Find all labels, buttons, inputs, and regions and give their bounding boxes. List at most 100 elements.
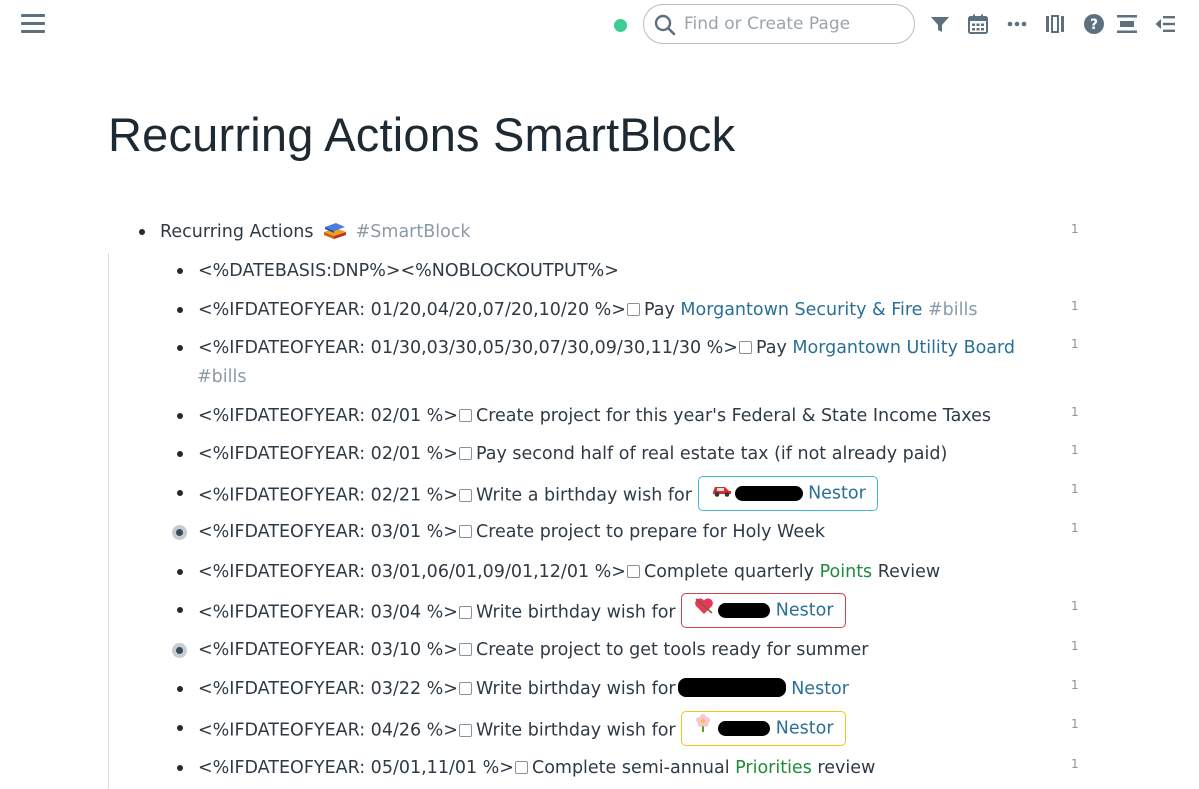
- block-bullet[interactable]: [177, 307, 183, 313]
- todo-checkbox[interactable]: [626, 303, 640, 316]
- reference-count[interactable]: 1: [1071, 443, 1079, 457]
- block-bullet[interactable]: [177, 765, 183, 771]
- block-root[interactable]: Recurring Actions #SmartBlock: [160, 217, 471, 247]
- reference-count[interactable]: 1: [1071, 757, 1079, 771]
- align-icon[interactable]: [1116, 13, 1138, 35]
- reference-count[interactable]: 1: [1071, 639, 1079, 653]
- block-text: Write birthday wish for: [475, 720, 676, 741]
- search-input[interactable]: [684, 13, 904, 35]
- block-datebasis[interactable]: <%DATEBASIS:DNP%><%NOBLOCKOUTPUT%>: [198, 256, 619, 286]
- block-bullet[interactable]: [139, 229, 145, 235]
- filter-icon[interactable]: [929, 13, 951, 35]
- tag-bills[interactable]: #bills: [928, 300, 977, 320]
- block-real-estate-tax[interactable]: <%IFDATEOFYEAR: 02/01 %> Pay second half …: [198, 439, 947, 469]
- block-birthday-0304[interactable]: <%IFDATEOFYEAR: 03/04 %> Write birthday w…: [198, 593, 846, 628]
- block-command: <%IFDATEOFYEAR: 05/01,11/01 %>: [198, 758, 514, 778]
- page-ref-priorities[interactable]: Priorities: [735, 758, 812, 778]
- todo-checkbox[interactable]: [458, 643, 472, 656]
- block-bullet[interactable]: [177, 490, 183, 496]
- reference-count[interactable]: 1: [1071, 717, 1079, 731]
- help-icon[interactable]: ?: [1083, 13, 1105, 35]
- tag-smartblock[interactable]: #SmartBlock: [356, 222, 471, 242]
- block-tools-summer[interactable]: <%IFDATEOFYEAR: 03/10 %> Create project t…: [198, 635, 868, 665]
- reference-count[interactable]: 1: [1071, 299, 1079, 313]
- top-bar: ?: [0, 0, 1199, 50]
- block-bullet[interactable]: [177, 569, 183, 575]
- person-name: Nestor: [775, 718, 834, 739]
- reference-count[interactable]: 1: [1071, 222, 1079, 236]
- todo-checkbox[interactable]: [738, 341, 752, 354]
- block-birthday-0322[interactable]: <%IFDATEOFYEAR: 03/22 %> Write birthday w…: [198, 674, 849, 704]
- outdent-icon[interactable]: [1154, 13, 1176, 35]
- person-page-ref[interactable]: Nestor: [697, 476, 878, 511]
- block-command: <%IFDATEOFYEAR: 02/01 %>: [198, 444, 458, 464]
- block-command: <%IFDATEOFYEAR: 03/22 %>: [198, 679, 458, 699]
- page-title[interactable]: Recurring Actions SmartBlock: [108, 107, 735, 162]
- block-command: <%IFDATEOFYEAR: 02/21 %>: [198, 485, 458, 506]
- todo-checkbox[interactable]: [458, 682, 472, 695]
- car-emoji: [711, 477, 735, 510]
- flower-emoji: [694, 712, 718, 745]
- block-command: <%IFDATEOFYEAR: 01/30,03/30,05/30,07/30,…: [198, 338, 738, 358]
- block-text-end: review: [817, 758, 876, 778]
- todo-checkbox[interactable]: [458, 605, 472, 619]
- todo-checkbox[interactable]: [458, 447, 472, 460]
- menu-icon[interactable]: [21, 14, 45, 36]
- block-command: <%IFDATEOFYEAR: 01/20,04/20,07/20,10/20 …: [198, 300, 626, 320]
- block-command: <%IFDATEOFYEAR: 02/01 %>: [198, 406, 458, 426]
- todo-checkbox[interactable]: [458, 525, 472, 538]
- block-birthday-0221[interactable]: <%IFDATEOFYEAR: 02/21 %> Write a birthday…: [198, 476, 878, 511]
- todo-checkbox[interactable]: [458, 409, 472, 422]
- page-ref-points[interactable]: Points: [820, 562, 873, 582]
- block-bullet[interactable]: [177, 268, 183, 274]
- block-bullet[interactable]: [177, 686, 183, 692]
- reference-count[interactable]: 1: [1071, 337, 1079, 351]
- block-text: Write birthday wish for: [475, 602, 676, 623]
- block-bullet-collapsed[interactable]: [176, 647, 183, 654]
- todo-checkbox[interactable]: [458, 723, 472, 737]
- block-income-taxes[interactable]: <%IFDATEOFYEAR: 02/01 %> Create project f…: [198, 401, 991, 431]
- block-bullet[interactable]: [177, 345, 183, 351]
- block-text: Pay second half of real estate tax (if n…: [475, 444, 948, 464]
- person-page-ref[interactable]: Nestor: [681, 711, 846, 746]
- reference-count[interactable]: 1: [1071, 678, 1079, 692]
- block-utility-board-wrap[interactable]: #bills: [197, 362, 246, 392]
- block-bullet[interactable]: [177, 413, 183, 419]
- page-ref-utility-board[interactable]: Morgantown Utility Board: [792, 338, 1015, 358]
- todo-checkbox[interactable]: [626, 565, 640, 578]
- person-name[interactable]: Nestor: [791, 679, 849, 699]
- block-bullet[interactable]: [177, 607, 183, 613]
- block-text: Create project to get tools ready for su…: [475, 640, 869, 660]
- reference-count[interactable]: 1: [1071, 599, 1079, 613]
- reference-count[interactable]: 1: [1071, 482, 1079, 496]
- more-icon[interactable]: [1006, 13, 1028, 35]
- search-box[interactable]: [643, 4, 915, 44]
- block-security-fire[interactable]: <%IFDATEOFYEAR: 01/20,04/20,07/20,10/20 …: [198, 295, 978, 325]
- block-text: Create project for this year's Federal &…: [475, 406, 992, 426]
- person-page-ref[interactable]: Nestor: [681, 593, 846, 628]
- block-bullet-collapsed[interactable]: [176, 529, 183, 536]
- block-text: Recurring Actions: [160, 222, 314, 242]
- block-utility-board[interactable]: <%IFDATEOFYEAR: 01/30,03/30,05/30,07/30,…: [198, 333, 1015, 363]
- block-birthday-0426[interactable]: <%IFDATEOFYEAR: 04/26 %> Write birthday w…: [198, 711, 846, 746]
- block-text: Pay: [755, 338, 787, 358]
- redacted-name: [677, 678, 786, 697]
- reference-count[interactable]: 1: [1071, 405, 1079, 419]
- reference-count[interactable]: 1: [1071, 521, 1079, 535]
- todo-checkbox[interactable]: [514, 761, 528, 774]
- person-name: Nestor: [808, 483, 866, 504]
- block-text: <%DATEBASIS:DNP%><%NOBLOCKOUTPUT%>: [198, 261, 619, 281]
- calendar-icon[interactable]: [967, 13, 989, 35]
- block-command: <%IFDATEOFYEAR: 03/04 %>: [198, 602, 458, 623]
- block-bullet[interactable]: [177, 451, 183, 457]
- smartblock-emoji: [324, 223, 347, 239]
- tag-bills[interactable]: #bills: [197, 367, 246, 387]
- block-holy-week[interactable]: <%IFDATEOFYEAR: 03/01 %> Create project t…: [198, 517, 825, 547]
- sync-status-dot: [614, 19, 627, 32]
- todo-checkbox[interactable]: [458, 488, 472, 502]
- block-bullet[interactable]: [177, 725, 183, 731]
- block-quarterly-review[interactable]: <%IFDATEOFYEAR: 03/01,06/01,09/01,12/01 …: [198, 557, 940, 587]
- block-semiannual-review[interactable]: <%IFDATEOFYEAR: 05/01,11/01 %> Complete s…: [198, 753, 875, 783]
- sidebar-icon[interactable]: [1044, 13, 1066, 35]
- page-ref-security-fire[interactable]: Morgantown Security & Fire: [680, 300, 922, 320]
